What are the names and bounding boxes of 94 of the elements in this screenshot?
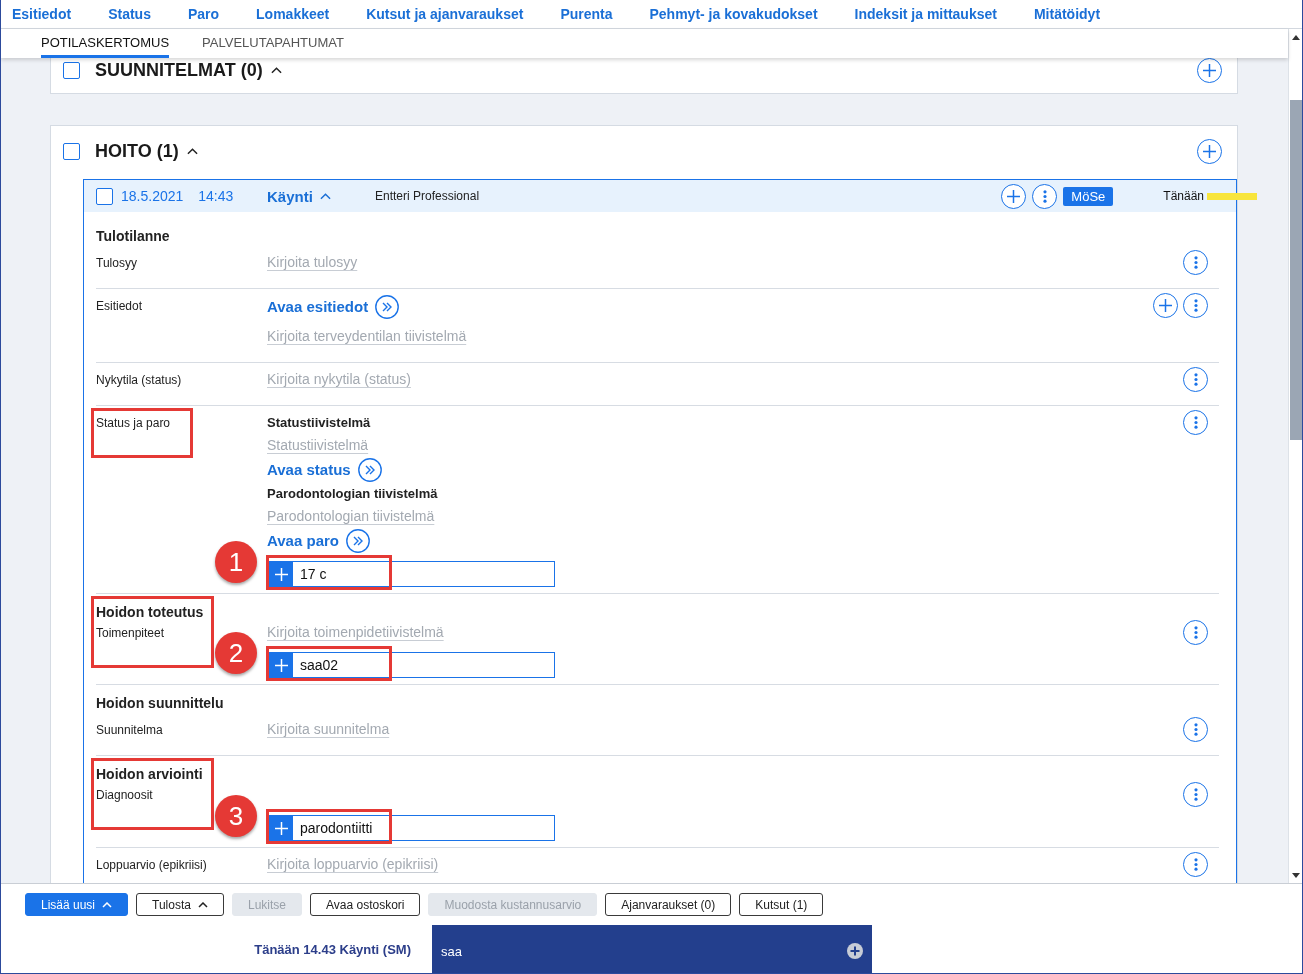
tab[interactable]: PALVELUTAPAHTUMAT	[202, 29, 344, 58]
plus-icon	[1159, 299, 1172, 312]
more-button[interactable]	[1183, 852, 1208, 877]
double-chevron-icon	[357, 457, 382, 482]
input-value: 17 c	[300, 566, 327, 582]
add-button[interactable]	[269, 562, 293, 586]
more-button[interactable]	[1183, 293, 1208, 318]
more-vertical-icon	[1042, 189, 1047, 203]
add-button[interactable]	[1197, 139, 1222, 164]
section-heading: Tulotilanne	[96, 227, 170, 245]
section-title: SUUNNITELMAT (0)	[95, 60, 263, 81]
initials-badge: MöSe	[1063, 186, 1114, 206]
more-button[interactable]	[1183, 367, 1208, 392]
more-button[interactable]	[1183, 782, 1208, 807]
entry-field[interactable]: saa	[432, 925, 872, 973]
more-vertical-icon	[1193, 788, 1198, 801]
more-button[interactable]	[1032, 183, 1058, 209]
more-vertical-icon	[1193, 626, 1198, 639]
field-label: Esitiedot	[96, 298, 143, 314]
nav-link[interactable]: Status	[108, 6, 151, 22]
input-value: saa02	[300, 657, 339, 673]
add-button[interactable]	[269, 653, 293, 677]
checkbox[interactable]	[63, 62, 80, 79]
add-button[interactable]	[1153, 293, 1178, 318]
field-label: Loppuarvio (epikriisi)	[96, 857, 207, 873]
toolbar-button[interactable]: Tulosta	[136, 893, 224, 916]
field-label: Suunnitelma	[96, 722, 164, 738]
summary-title: Parodontologian tiivistelmä	[267, 485, 438, 503]
section-heading: Hoidon suunnittelu	[96, 694, 224, 712]
more-button[interactable]	[1183, 250, 1208, 275]
more-vertical-icon	[1193, 373, 1198, 386]
scroll-down-arrow-icon[interactable]	[1291, 873, 1300, 878]
toolbar-button[interactable]: Lisää uusi	[25, 893, 129, 916]
field-label: Toimenpiteet	[96, 625, 166, 641]
more-vertical-icon	[1193, 858, 1198, 871]
nav-link[interactable]: Kutsut ja ajanvaraukset	[366, 6, 524, 22]
visit-summary: Tänään 14.43 Käynti (SM)	[254, 941, 411, 957]
scrollbar[interactable]	[1288, 29, 1302, 883]
step-number-marker: 1	[215, 541, 257, 583]
section-title: HOITO (1)	[95, 141, 179, 162]
plus-icon	[1203, 145, 1216, 158]
more-vertical-icon	[1193, 416, 1198, 429]
more-vertical-icon	[1193, 299, 1198, 312]
chevron-up-icon[interactable]	[186, 148, 198, 155]
open-link[interactable]: Avaa esitiedot	[267, 294, 400, 319]
toolbar-button[interactable]: Ajanvaraukset (0)	[605, 893, 732, 916]
field-label: Diagnoosit	[96, 787, 154, 803]
more-vertical-icon	[1193, 723, 1198, 736]
plus-icon	[274, 821, 288, 835]
summary-title: Statustiivistelmä	[267, 414, 371, 432]
section-heading: Hoidon arviointi	[96, 765, 203, 783]
double-chevron-icon	[375, 294, 400, 319]
chevron-up-icon[interactable]	[270, 67, 282, 74]
field-label: Status ja paro	[96, 415, 172, 431]
nav-link[interactable]: Indeksit ja mittaukset	[854, 6, 997, 22]
add-circle-icon[interactable]	[847, 943, 863, 959]
open-link[interactable]: Avaa paro	[267, 528, 370, 553]
add-button[interactable]	[269, 816, 293, 840]
nav-link[interactable]: Pehmyt- ja kovakudokset	[649, 6, 818, 22]
nav-link[interactable]: Esitiedot	[12, 6, 72, 22]
more-button[interactable]	[1183, 717, 1208, 742]
add-button[interactable]	[1001, 183, 1027, 209]
checkbox[interactable]	[96, 187, 113, 205]
plus-icon	[274, 567, 288, 581]
step-number-marker: 3	[215, 795, 257, 837]
day-label: Tänään	[1163, 189, 1204, 203]
nav-link[interactable]: Paro	[187, 6, 220, 22]
toolbar-button[interactable]: Avaa ostoskori	[310, 893, 421, 916]
step-number-marker: 2	[215, 632, 257, 674]
section-heading: Hoidon toteutus	[96, 603, 204, 621]
nav-link[interactable]: Purenta	[560, 6, 613, 22]
field-label: Tulosyy	[96, 255, 138, 271]
nav-link[interactable]: Lomakkeet	[256, 6, 330, 22]
visit-time: 14:43	[198, 188, 234, 204]
plus-icon	[1007, 189, 1021, 203]
visit-type-toggle[interactable]: Käynti	[267, 187, 331, 205]
scrollbar-thumb[interactable]	[1289, 100, 1302, 440]
more-button[interactable]	[1183, 620, 1208, 645]
checkbox[interactable]	[63, 143, 80, 160]
visit-date: 18.5.2021	[121, 188, 184, 204]
toolbar-button[interactable]: Kutsut (1)	[739, 893, 824, 916]
plus-icon	[274, 658, 288, 672]
double-chevron-icon	[346, 528, 370, 553]
open-link[interactable]: Avaa status	[267, 457, 382, 482]
field-label: Nykytila (status)	[96, 372, 182, 388]
nav-link[interactable]: Mitätöidyt	[1033, 6, 1101, 22]
plus-icon	[1203, 64, 1216, 77]
input-value: parodontiitti	[300, 820, 373, 836]
highlight-strip-icon	[1207, 192, 1257, 200]
add-button[interactable]	[1197, 58, 1222, 83]
author-name: Entteri Professional	[375, 189, 480, 203]
more-vertical-icon	[1193, 256, 1198, 269]
more-button[interactable]	[1183, 410, 1208, 435]
scroll-up-arrow-icon[interactable]	[1291, 35, 1300, 40]
